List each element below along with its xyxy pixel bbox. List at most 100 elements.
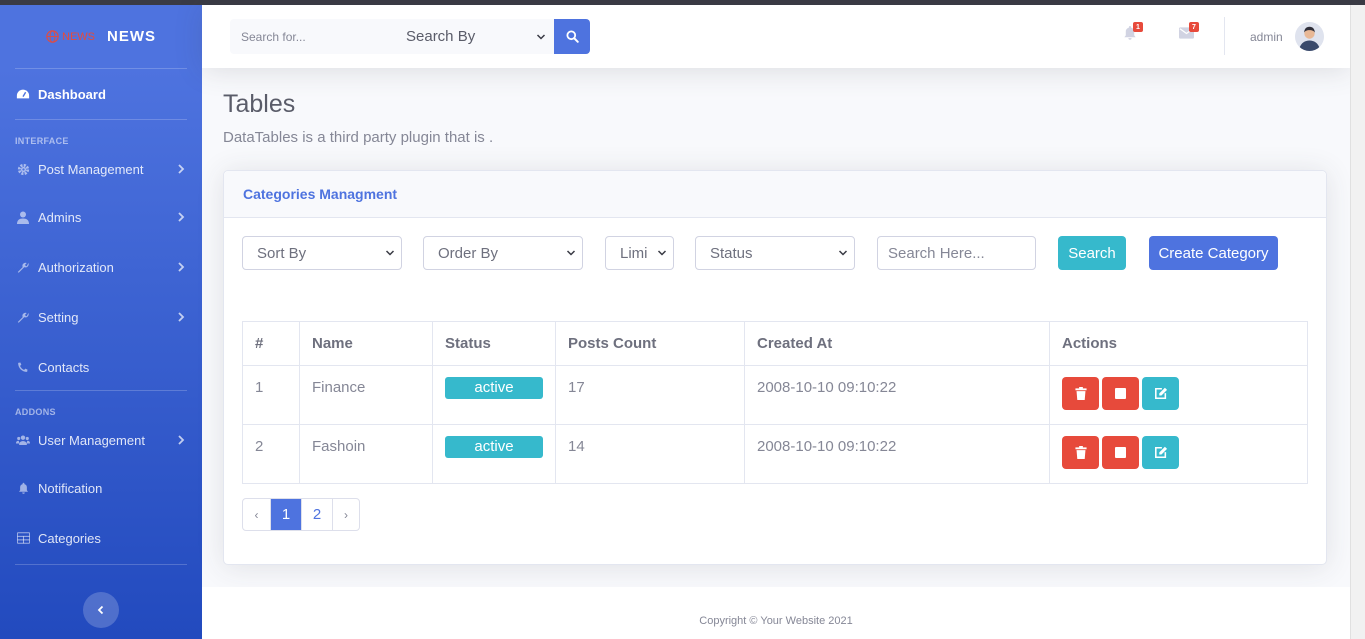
username: admin	[1250, 29, 1283, 44]
sidebar-item-post-management[interactable]: Post Management	[0, 146, 202, 192]
cell-posts-count: 14	[555, 424, 745, 484]
topbar: Search By 1 7 admin	[202, 5, 1350, 68]
stop-button[interactable]	[1102, 436, 1139, 469]
topbar-search: Search By	[230, 19, 590, 54]
limit-value: Limi	[620, 244, 648, 262]
edit-button[interactable]	[1142, 377, 1179, 410]
cell-created-at: 2008-10-10 09:10:22	[744, 365, 1050, 425]
sidebar-brand[interactable]: NEWS NEWS	[0, 5, 202, 68]
search-input[interactable]	[230, 19, 390, 54]
limit-select[interactable]: Limi	[605, 236, 674, 270]
cell-name: Fashoin	[299, 424, 433, 484]
sidebar-divider	[15, 564, 187, 565]
pagination-prev[interactable]: ‹	[243, 499, 270, 530]
status-badge: active	[445, 436, 543, 458]
user-dropdown[interactable]: admin	[1250, 22, 1324, 51]
footer: Copyright © Your Website 2021	[202, 587, 1350, 639]
pagination: ‹ 1 2 ›	[242, 498, 360, 531]
page-subtitle: DataTables is a third party plugin that …	[223, 129, 494, 146]
stop-button[interactable]	[1102, 377, 1139, 410]
search-by-select[interactable]: Search By	[390, 19, 554, 54]
chevron-down-icon	[385, 250, 395, 256]
edit-button[interactable]	[1142, 436, 1179, 469]
column-header[interactable]: Name	[299, 321, 433, 366]
column-header[interactable]: Posts Count	[555, 321, 745, 366]
cell-status: active	[432, 365, 556, 425]
delete-button[interactable]	[1062, 436, 1099, 469]
sidebar-toggle-button[interactable]	[83, 592, 119, 628]
categories-table: # Name Status Posts Count Created At Act…	[242, 321, 1308, 484]
column-header[interactable]: Created At	[744, 321, 1050, 366]
cell-status: active	[432, 424, 556, 484]
sort-by-value: Sort By	[257, 244, 307, 262]
sidebar-heading-interface: INTERFACE	[15, 136, 69, 146]
scrollbar[interactable]	[1350, 5, 1365, 639]
delete-button[interactable]	[1062, 377, 1099, 410]
alerts-button[interactable]: 1	[1123, 22, 1143, 45]
search-icon	[565, 30, 579, 43]
sidebar-item-contacts[interactable]: Contacts	[0, 342, 202, 392]
pagination-page-1[interactable]: 1	[270, 499, 301, 530]
avatar	[1294, 22, 1324, 51]
brand-name: NEWS	[107, 28, 156, 45]
category-search-input[interactable]	[877, 236, 1036, 270]
column-header[interactable]: Status	[432, 321, 556, 366]
wrench-icon	[16, 310, 30, 324]
wrench-icon	[16, 260, 30, 274]
gear-icon	[16, 162, 30, 176]
cell-actions	[1049, 365, 1308, 425]
brand-logo-text: NEWS	[62, 30, 95, 43]
cell-id: 1	[242, 365, 300, 425]
sidebar-item-authorization[interactable]: Authorization	[0, 242, 202, 292]
brand-logo: NEWS	[46, 30, 95, 43]
topbar-divider	[1224, 17, 1225, 55]
pagination-page-2[interactable]: 2	[301, 499, 332, 530]
sidebar-item-setting[interactable]: Setting	[0, 292, 202, 342]
search-submit-button[interactable]: Search	[1058, 236, 1126, 270]
chevron-down-icon	[657, 250, 667, 256]
order-by-select[interactable]: Order By	[423, 236, 583, 270]
sidebar-item-admins[interactable]: Admins	[0, 192, 202, 242]
cell-created-at: 2008-10-10 09:10:22	[744, 424, 1050, 484]
categories-card: Categories Managment Sort By Order By Li…	[223, 170, 1327, 565]
sidebar-item-label: User Management	[38, 432, 145, 448]
alerts-count-badge: 1	[1133, 22, 1143, 32]
order-by-value: Order By	[438, 244, 499, 262]
sort-by-select[interactable]: Sort By	[242, 236, 402, 270]
sidebar-item-categories[interactable]: Categories	[0, 513, 202, 563]
sidebar-item-label: Post Management	[38, 161, 144, 177]
sidebar-item-label: Categories	[38, 530, 101, 546]
pagination-next[interactable]: ›	[332, 499, 359, 530]
bell-icon	[16, 481, 30, 495]
user-icon	[16, 210, 30, 224]
sidebar-item-label: Authorization	[38, 259, 114, 275]
chevron-right-icon	[178, 212, 185, 222]
globe-icon	[46, 30, 59, 43]
chevron-right-icon	[178, 164, 185, 174]
sidebar-item-label: Contacts	[38, 359, 90, 375]
trash-icon	[1074, 387, 1087, 400]
column-header[interactable]: Actions	[1049, 321, 1308, 366]
sidebar-item-notification[interactable]: Notification	[0, 463, 202, 513]
status-select[interactable]: Status	[695, 236, 855, 270]
status-value: Status	[710, 244, 753, 262]
messages-button[interactable]: 7	[1179, 22, 1199, 45]
messages-count-badge: 7	[1189, 22, 1199, 32]
edit-icon	[1154, 446, 1167, 459]
copyright-text: Copyright © Your Website 2021	[699, 615, 853, 627]
table-header-row: # Name Status Posts Count Created At Act…	[242, 321, 1308, 366]
chevron-right-icon	[178, 262, 185, 272]
cell-name: Finance	[299, 365, 433, 425]
sidebar-heading-addons: ADDONS	[15, 407, 56, 417]
search-button[interactable]	[554, 19, 590, 54]
table-row: 1 Finance active 17 2008-10-10 09:10:22	[242, 365, 1308, 425]
main-content: Tables DataTables is a third party plugi…	[202, 68, 1350, 587]
sidebar-item-dashboard[interactable]: Dashboard	[0, 69, 202, 119]
create-category-button[interactable]: Create Category	[1149, 236, 1278, 270]
sidebar-item-label: Notification	[38, 480, 103, 496]
chevron-down-icon	[838, 250, 848, 256]
tachometer-icon	[16, 87, 30, 101]
chevron-left-icon	[97, 605, 104, 615]
column-header[interactable]: #	[242, 321, 300, 366]
sidebar-item-user-management[interactable]: User Management	[0, 417, 202, 463]
